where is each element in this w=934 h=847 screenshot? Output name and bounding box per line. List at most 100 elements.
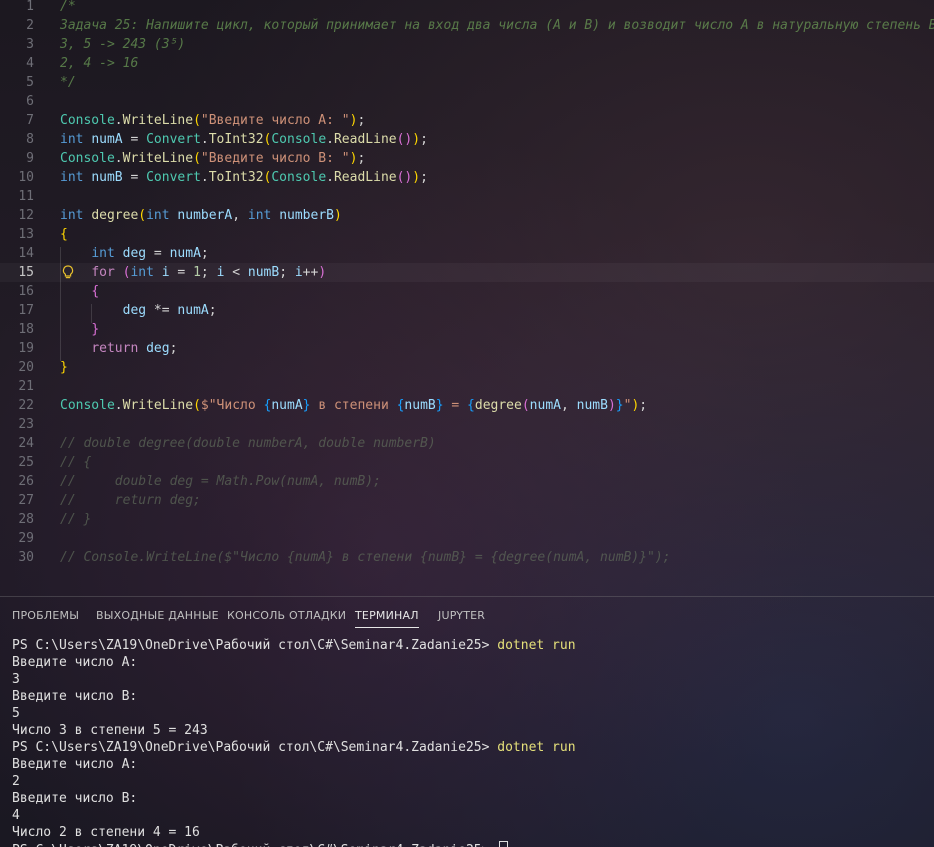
code-text: { (60, 282, 99, 301)
code-line[interactable]: 10 int numB = Convert.ToInt32(Console.Rea… (0, 168, 934, 187)
code-text: for (int i = 1; i < numB; i++) (60, 263, 326, 282)
code-line[interactable]: 1 /* (0, 0, 934, 16)
code-line[interactable]: 25 // { (0, 453, 934, 472)
line-number: 16 (18, 284, 34, 299)
code-token: ) (607, 398, 616, 413)
tab-output[interactable]: ВЫХОДНЫЕ ДАННЫЕ (96, 609, 219, 622)
code-token: () (396, 170, 413, 185)
code-token: Console (60, 113, 115, 128)
code-token: Convert (146, 170, 201, 185)
code-line[interactable]: 2 Задача 25: Напишите цикл, который прини… (0, 16, 934, 35)
code-token: . (200, 170, 209, 185)
code-text: // double degree(double numberA, double … (60, 434, 436, 453)
code-token: ; (639, 398, 648, 413)
code-token: deg (146, 341, 170, 356)
code-line[interactable]: 28 // } (0, 510, 934, 529)
code-line[interactable]: 4 2, 4 -> 16 (0, 54, 934, 73)
tab-terminal[interactable]: ТЕРМИНАЛ (355, 609, 419, 628)
code-line[interactable]: 8 int numA = Convert.ToInt32(Console.Read… (0, 130, 934, 149)
terminal-prompt-line: PS C:\Users\ZA19\OneDrive\Рабочий стол\C… (12, 637, 576, 654)
code-token: i (294, 265, 303, 280)
code-line[interactable]: 11 (0, 187, 934, 206)
code-line[interactable]: 15 for (int i = 1; i < numB; i++) (0, 263, 934, 282)
code-line[interactable]: 30 // Console.WriteLine($"Число {numA} в … (0, 548, 934, 567)
code-token: ReadLine (333, 170, 397, 185)
terminal-output-line: Введите число A: (12, 655, 138, 670)
code-line[interactable]: 22 Console.WriteLine($"Число {numA} в сте… (0, 396, 934, 415)
code-token: int (130, 265, 154, 280)
code-token: return (91, 341, 139, 356)
code-line[interactable]: 20} (0, 358, 934, 377)
code-token: ( (193, 113, 201, 128)
code-token: ; (200, 265, 217, 280)
code-line[interactable]: 27 // return deg; (0, 491, 934, 510)
code-token: // { (60, 455, 92, 470)
code-line[interactable]: 7 Console.WriteLine("Введите число A: "); (0, 111, 934, 130)
terminal-command: dotnet run (497, 638, 576, 653)
code-token: = (146, 246, 170, 261)
tab-problems[interactable]: ПРОБЛЕМЫ (12, 609, 79, 622)
code-line[interactable]: 5 */ (0, 73, 934, 92)
code-token: 2, 4 -> 16 (60, 56, 139, 71)
code-line[interactable]: 19 return deg; (0, 339, 934, 358)
code-editor[interactable]: 1 /* 2 Задача 25: Напишите цикл, который пр… (0, 0, 934, 580)
code-token: // return deg; (60, 493, 201, 508)
code-line[interactable]: 26 // double deg = Math.Pow(numA, numB); (0, 472, 934, 491)
code-token: // double deg = Math.Pow(numA, numB); (60, 474, 381, 489)
code-line[interactable]: 13 { (0, 225, 934, 244)
code-token: */ (60, 75, 76, 90)
code-line[interactable]: 18 } (0, 320, 934, 339)
code-line[interactable]: 16 { (0, 282, 934, 301)
code-token: ; (279, 265, 295, 280)
code-token: { (60, 227, 68, 242)
line-number: 19 (18, 341, 34, 356)
panel-tab-bar: ПРОБЛЕМЫ ВЫХОДНЫЕ ДАННЫЕ КОНСОЛЬ ОТЛАДКИ… (0, 597, 934, 631)
line-number: 10 (18, 170, 34, 185)
code-line[interactable]: 3 3, 5 -> 243 (3⁵) (0, 35, 934, 54)
code-token: ( (193, 151, 201, 166)
code-token: . (326, 132, 334, 147)
code-line[interactable]: 29 (0, 529, 934, 548)
code-line[interactable]: 14 int deg = numA; (0, 244, 934, 263)
tab-debug-console[interactable]: КОНСОЛЬ ОТЛАДКИ (227, 609, 346, 622)
code-line[interactable]: 6 (0, 92, 934, 111)
code-token: в степени (310, 398, 397, 413)
code-text: /* (60, 0, 76, 16)
code-token: numA (169, 246, 201, 261)
code-token: } (91, 322, 100, 337)
line-number: 13 (18, 227, 34, 242)
code-token: int (60, 132, 84, 147)
code-token: ; (420, 170, 428, 185)
line-number: 7 (26, 113, 34, 128)
line-number: 22 (18, 398, 34, 413)
code-token: int (146, 208, 170, 223)
code-token: numA (177, 303, 209, 318)
code-token: ReadLine (333, 132, 397, 147)
code-token: for (91, 265, 115, 280)
code-line[interactable]: 21 (0, 377, 934, 396)
code-line[interactable]: 17 deg *= numA; (0, 301, 934, 320)
code-token: { (467, 398, 475, 413)
line-number: 2 (26, 18, 34, 33)
code-token: . (114, 398, 123, 413)
code-line[interactable]: 9 Console.WriteLine("Введите число B: "); (0, 149, 934, 168)
tab-jupyter[interactable]: JUPYTER (438, 609, 485, 622)
terminal-prompt-line: PS C:\Users\ZA19\OneDrive\Рабочий стол\C… (12, 841, 509, 847)
code-token: numB (247, 265, 280, 280)
code-line[interactable]: 12 int degree(int numberA, int numberB) (0, 206, 934, 225)
code-line[interactable]: 24 // double degree(double numberA, doubl… (0, 434, 934, 453)
code-token: numB (91, 170, 123, 185)
code-line[interactable]: 23 (0, 415, 934, 434)
code-token: WriteLine (122, 398, 194, 413)
line-number: 26 (18, 474, 34, 489)
code-text: int numB = Convert.ToInt32(Console.ReadL… (60, 168, 428, 187)
code-token: = (122, 170, 147, 185)
code-token: = (169, 265, 194, 280)
terminal-output[interactable]: PS C:\Users\ZA19\OneDrive\Рабочий стол\C… (0, 636, 934, 847)
code-text: */ (60, 73, 76, 92)
code-token: degree (91, 208, 139, 223)
